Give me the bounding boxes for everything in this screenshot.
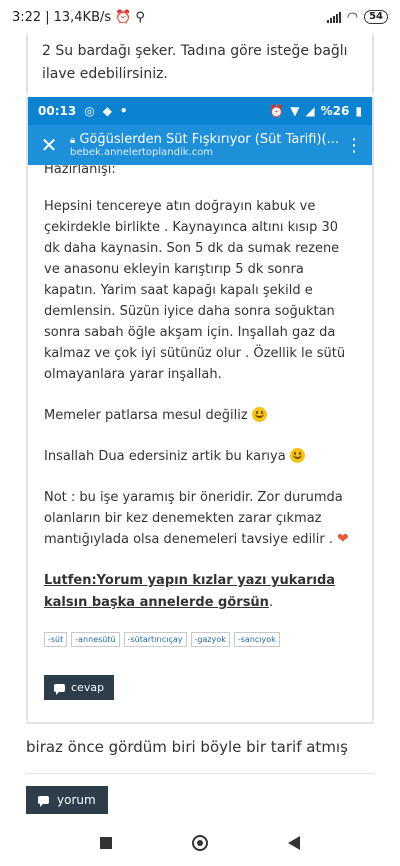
wifi-icon: ◠ — [346, 9, 359, 25]
battery-indicator: 54 — [364, 10, 388, 24]
more-options-icon[interactable]: ⋮ — [344, 135, 364, 156]
alarm-icon: ⏰ — [115, 9, 132, 25]
tag-list: -süt -annesütü -sütartırıcıçay -gazyok -… — [28, 632, 372, 647]
article-body: Hazırlanışı: Hepsini tencereye atın doğr… — [28, 159, 372, 614]
page-title: Göğüslerden Süt Fışkırıyor (Süt Tarifi)(… — [79, 132, 340, 147]
warning-line: Memeler patlarsa mesul değiliz — [44, 405, 356, 426]
comment-icon — [54, 683, 65, 695]
divider — [26, 773, 374, 774]
bold-request: Lutfen:Yorum yapın kızlar yazı yukarıda … — [44, 573, 336, 610]
back-button[interactable] — [288, 836, 300, 850]
whatsapp-icon: ◎ — [84, 104, 95, 118]
embedded-screenshot: 00:13 ◎ ◆ • ⏰ ▼ ◢ %26 ▮ ✕ 🔒︎ Göğüslerden … — [26, 97, 374, 721]
network-speed: 13,4KB/s — [53, 9, 112, 25]
recents-button[interactable] — [100, 837, 112, 849]
reply-label: cevap — [71, 681, 105, 694]
recipe-paragraph: Hepsini tencereye atın doğrayın kabuk ve… — [44, 199, 346, 382]
usb-icon: ⚲ — [135, 9, 145, 25]
prayer-line: Insallah Dua edersiniz artik bu karıya — [44, 446, 356, 467]
comment-icon — [38, 796, 49, 807]
note-paragraph: Not : bu işe yaramış bir öneridir. Zor d… — [44, 490, 349, 547]
home-button[interactable] — [192, 835, 208, 851]
signal-icon — [326, 11, 341, 23]
embed-border — [26, 716, 374, 724]
tag-item[interactable]: -sancıyok — [233, 632, 280, 647]
browser-toolbar: ✕ 🔒︎ Göğüslerden Süt Fışkırıyor (Süt Tari… — [28, 125, 372, 165]
tag-item[interactable]: -gazyok — [190, 632, 230, 647]
tag-item[interactable]: -annesütü — [71, 632, 120, 647]
comment-button[interactable]: yorum — [26, 786, 108, 814]
inner-time: 00:13 — [38, 104, 77, 118]
inner-status-bar: 00:13 ◎ ◆ • ⏰ ▼ ◢ %26 ▮ — [28, 97, 372, 125]
wifi-icon: ▼ — [290, 104, 300, 118]
navigation-bar — [0, 820, 400, 866]
status-bar: 3:22 | 13,4KB/s ⏰ ⚲ ◠ 54 — [0, 0, 400, 34]
reply-button[interactable]: cevap — [44, 675, 115, 700]
comment-text: biraz önce gördüm biri böyle bir tarif a… — [26, 738, 348, 756]
close-icon[interactable]: ✕ — [36, 133, 62, 157]
tag-item[interactable]: -süt — [44, 632, 68, 647]
heart-icon: ❤ — [337, 531, 349, 547]
app-icon: ◆ — [102, 104, 112, 118]
alarm-icon: ⏰ — [269, 104, 285, 118]
lock-icon: 🔒︎ — [70, 135, 76, 146]
page-url: bebek.annelertoplandik.com — [70, 147, 214, 158]
smile-icon — [251, 407, 267, 422]
comment-button-label: yorum — [57, 793, 96, 807]
smile-icon — [289, 448, 305, 463]
signal-icon: ◢ — [305, 104, 315, 118]
tag-item[interactable]: -sütartırıcıçay — [123, 632, 187, 647]
battery-icon: ▮ — [355, 104, 362, 118]
dot-icon: • — [119, 104, 128, 118]
status-time: 3:22 — [12, 9, 42, 25]
inner-battery: %26 — [320, 104, 350, 118]
previous-post-text: 2 Su bardağı şeker. Tadına göre isteğe b… — [26, 34, 374, 94]
